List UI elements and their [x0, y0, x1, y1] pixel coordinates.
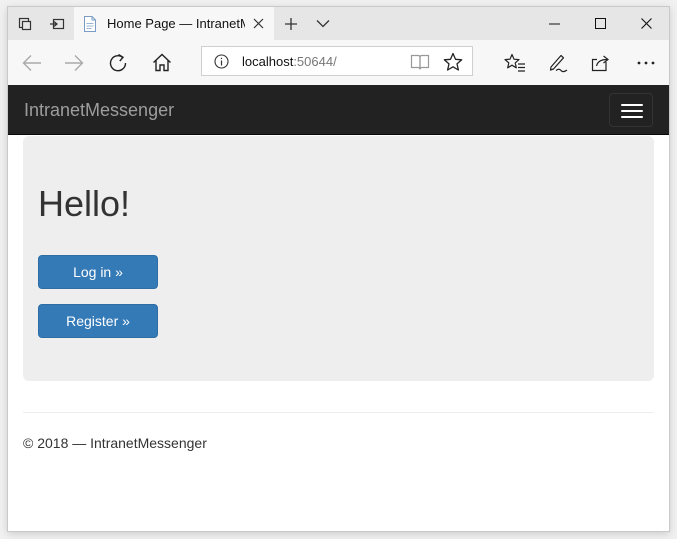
refresh-icon[interactable]	[98, 40, 138, 85]
url-port: :50644/	[293, 54, 337, 69]
hamburger-bar	[621, 116, 643, 118]
navbar-brand[interactable]: IntranetMessenger	[24, 100, 174, 121]
share-icon[interactable]	[581, 40, 621, 85]
jumbotron: Hello! Log in » Register »	[23, 136, 654, 381]
hamburger-menu-icon[interactable]	[609, 93, 653, 127]
close-icon[interactable]	[250, 15, 267, 32]
footer-copyright: © 2018 — IntranetMessenger	[23, 435, 207, 451]
page-heading: Hello!	[38, 183, 131, 224]
reading-view-icon[interactable]	[410, 53, 430, 71]
window-close-icon[interactable]	[623, 7, 669, 40]
favorites-icon[interactable]	[495, 40, 535, 85]
login-button[interactable]: Log in »	[38, 255, 158, 289]
minimize-icon[interactable]	[531, 7, 577, 40]
url-host: localhost	[242, 54, 294, 69]
hamburger-bar	[621, 110, 643, 112]
forward-arrow-icon[interactable]	[54, 40, 94, 85]
web-page: IntranetMessenger Hello! Log in » Regist…	[8, 85, 669, 531]
hamburger-bar	[621, 104, 643, 106]
browser-window: Home Page — IntranetMessenger	[8, 7, 669, 531]
url-text[interactable]: localhost:50644/	[242, 54, 337, 69]
tab-list-chevron-icon[interactable]	[308, 7, 338, 40]
register-button[interactable]: Register »	[38, 304, 158, 338]
star-icon[interactable]	[443, 52, 463, 72]
tab-title: Home Page — IntranetMessenger	[107, 16, 245, 31]
tab-home-page[interactable]: Home Page — IntranetMessenger	[74, 7, 274, 40]
browser-toolbar: localhost:50644/	[8, 40, 669, 85]
footer-divider	[23, 412, 654, 413]
back-arrow-icon[interactable]	[12, 40, 52, 85]
home-icon[interactable]	[142, 40, 182, 85]
tab-preview-icon[interactable]	[42, 7, 72, 40]
more-icon[interactable]	[626, 40, 666, 85]
site-navbar: IntranetMessenger	[8, 85, 669, 135]
pen-icon[interactable]	[539, 40, 579, 85]
new-tab-icon[interactable]	[276, 7, 306, 40]
maximize-icon[interactable]	[577, 7, 623, 40]
address-bar[interactable]: localhost:50644/	[201, 46, 473, 76]
page-favicon-icon	[83, 16, 97, 32]
title-bar: Home Page — IntranetMessenger	[8, 7, 669, 40]
set-aside-tabs-icon[interactable]	[10, 7, 40, 40]
info-icon[interactable]	[214, 54, 229, 69]
